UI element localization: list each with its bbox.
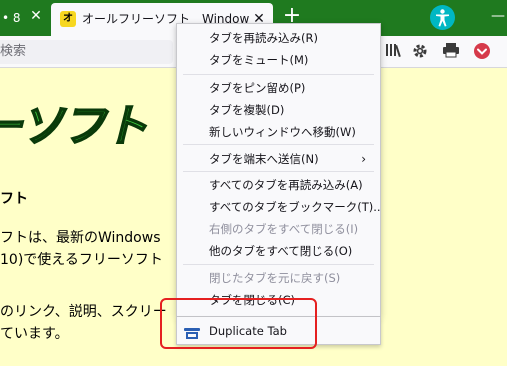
menu-item-label: タブをミュート(M) — [209, 53, 309, 67]
menu-item-label: 右側のタブをすべて閉じる(I) — [209, 222, 359, 236]
tab-context-menu: タブを再読み込み(R) タブをミュート(M) タブをピン留め(P) タブを複製(… — [176, 23, 381, 317]
menu-item-move-to-new-window[interactable]: 新しいウィンドウへ移動(W) — [177, 121, 380, 143]
site-favicon-icon: オ — [60, 11, 76, 27]
menu-separator — [183, 144, 374, 145]
site-logo[interactable]: ーソフト — [0, 90, 149, 154]
menu-item-pin-tab[interactable]: タブをピン留め(P) — [177, 77, 380, 99]
gear-icon[interactable] — [410, 42, 430, 62]
printer-icon[interactable] — [441, 42, 461, 62]
menu-item-bookmark-all-tabs[interactable]: すべてのタブをブックマーク(T)... — [177, 196, 380, 218]
menu-item-label: タブを端末へ送信(N) — [209, 152, 319, 166]
menu-item-label: タブを複製(D) — [209, 103, 285, 117]
tab-previous-title: • 8 — [2, 11, 21, 25]
menu-item-close-other-tabs[interactable]: 他のタブをすべて閉じる(O) — [177, 240, 380, 262]
intro-line-2: 10)で使えるフリーソフト — [0, 252, 163, 268]
pocket-icon[interactable] — [472, 42, 492, 62]
accessibility-figure-icon — [436, 9, 449, 27]
accessibility-icon[interactable] — [430, 5, 455, 30]
intro-line-1: フトは、最新のWindows — [0, 230, 161, 246]
menu-item-mute-tab[interactable]: タブをミュート(M) — [177, 49, 380, 71]
pocket-icon-glyph — [474, 43, 490, 59]
intro-line-4: ています。 — [0, 326, 69, 342]
menu-item-close-tabs-to-right[interactable]: 右側のタブをすべて閉じる(I) — [177, 218, 380, 240]
menu-item-label: 新しいウィンドウへ移動(W) — [209, 125, 356, 139]
menu-item-undo-close-tab[interactable]: 閉じたタブを元に戻す(S) — [177, 267, 380, 289]
tab-previous-close-icon[interactable]: ✕ — [27, 7, 45, 25]
menu-item-label: 他のタブをすべて閉じる(O) — [209, 244, 353, 258]
menu-item-label: タブを再読み込み(R) — [209, 31, 318, 45]
intro-line-3: のリンク、説明、スクリー — [0, 304, 167, 320]
menu-separator — [183, 171, 374, 172]
menu-item-label: すべてのタブを再読み込み(A) — [209, 178, 363, 192]
menu-separator — [183, 74, 374, 75]
printer-icon-glyph — [443, 43, 459, 58]
submenu-chevron-icon: › — [361, 152, 366, 166]
window-minimize-button[interactable]: — — [489, 8, 507, 26]
menu-item-label: すべてのタブをブックマーク(T)... — [209, 200, 380, 214]
menu-item-duplicate-tab[interactable]: タブを複製(D) — [177, 99, 380, 121]
search-input[interactable]: 検索 — [0, 40, 173, 64]
menu-item-label: 閉じたタブを元に戻す(S) — [209, 271, 341, 285]
menu-item-reload-tab[interactable]: タブを再読み込み(R) — [177, 27, 380, 49]
library-icon[interactable] — [384, 42, 404, 62]
page-heading: フト — [0, 191, 28, 207]
menu-separator — [183, 264, 374, 265]
menu-item-label: タブをピン留め(P) — [209, 81, 306, 95]
library-icon-glyph — [386, 44, 401, 58]
menu-item-reload-all-tabs[interactable]: すべてのタブを再読み込み(A) — [177, 174, 380, 196]
annotation-highlight-box — [160, 298, 317, 349]
gear-icon-glyph — [413, 44, 427, 58]
menu-item-send-tab-to-device[interactable]: タブを端末へ送信(N) › — [177, 148, 380, 170]
